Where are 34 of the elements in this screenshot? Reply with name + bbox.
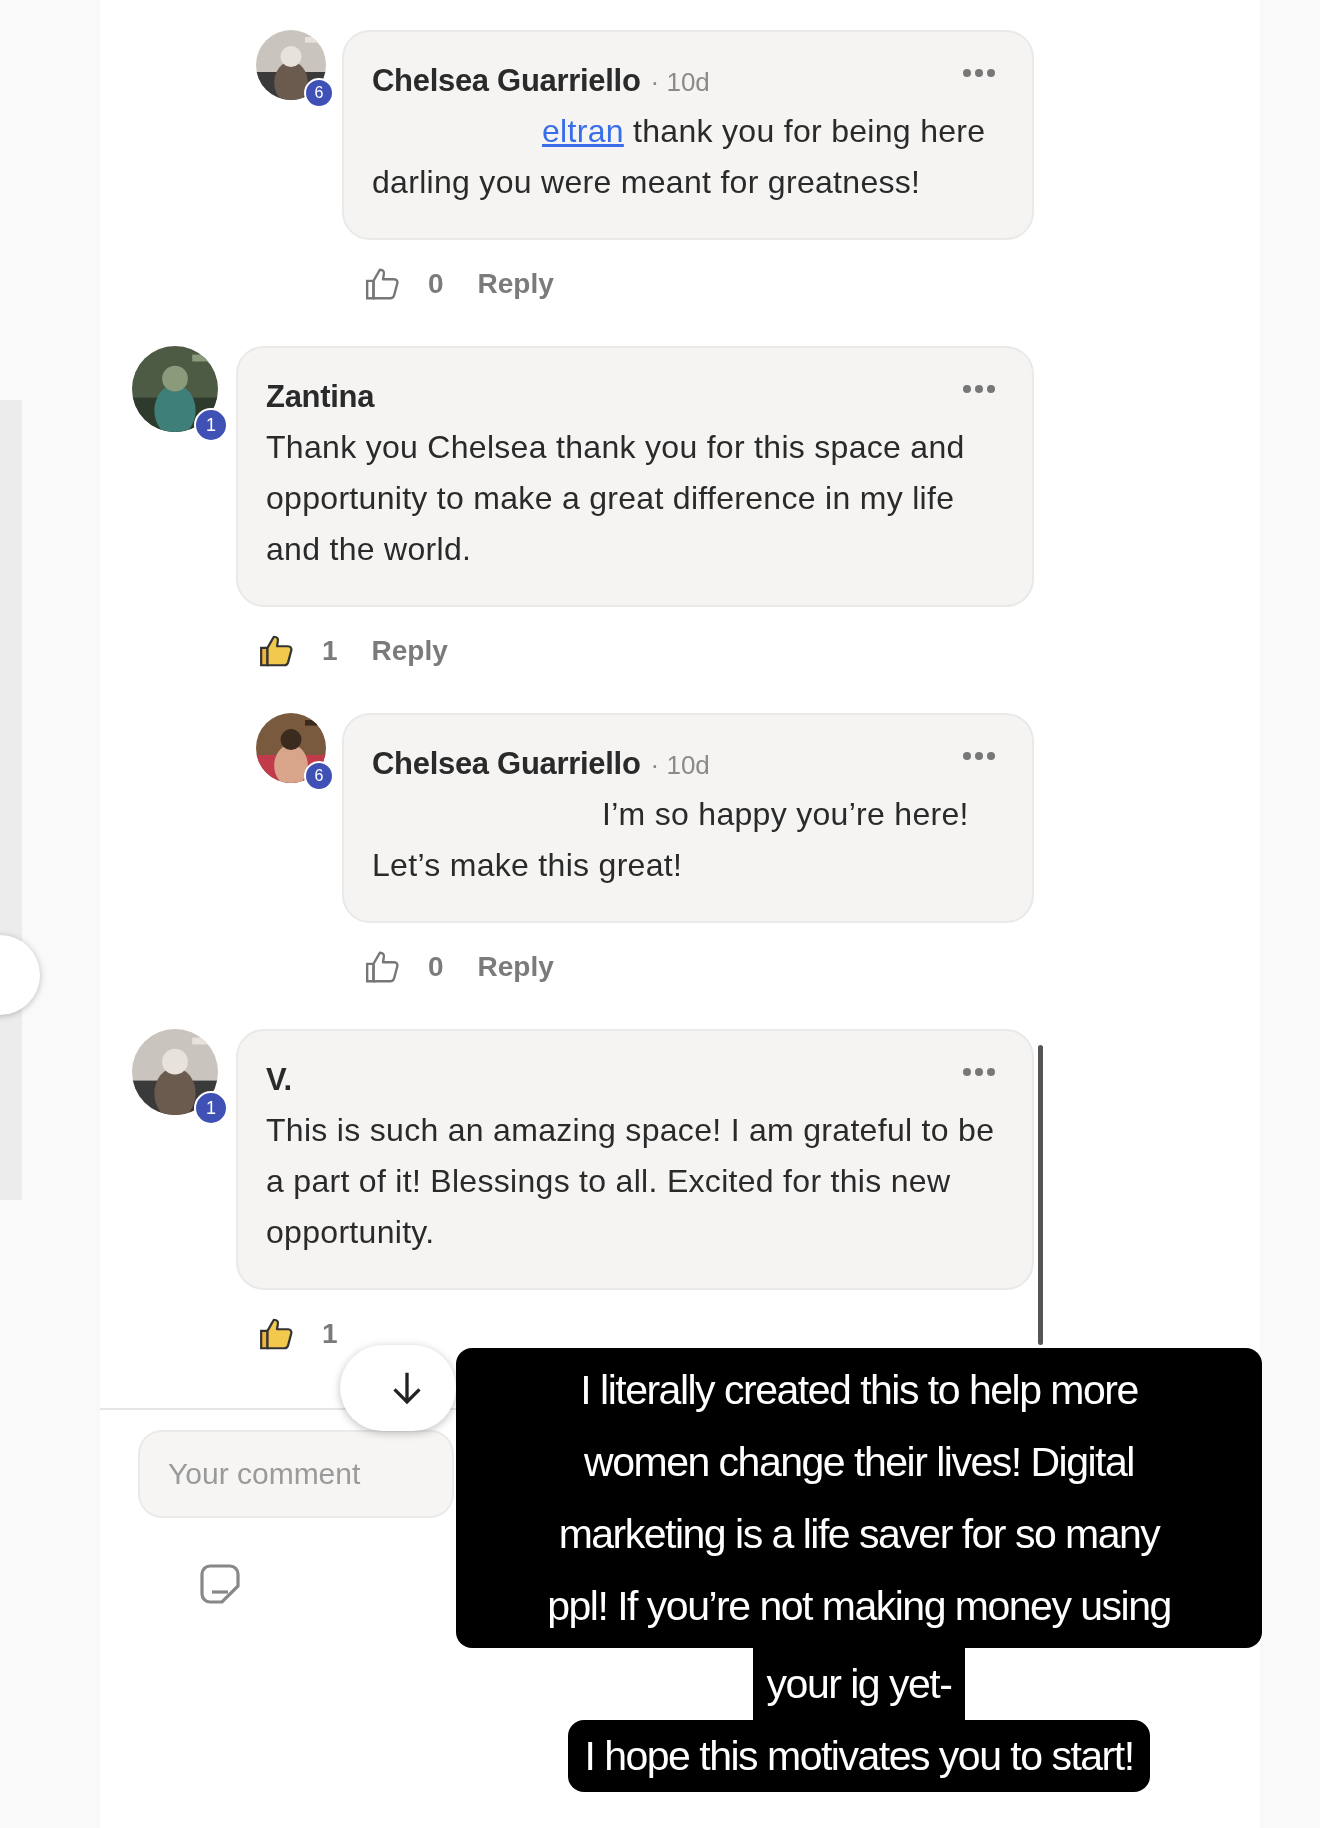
comment-text: eltran thank you for being here darling you were meant for greatness! <box>372 112 987 202</box>
caption-line: ppl! If you’re not making money using <box>547 1582 1171 1631</box>
level-badge: 6 <box>304 78 334 108</box>
like-count: 1 <box>322 634 338 668</box>
author-name: Zantina <box>266 378 375 416</box>
level-badge: 1 <box>194 1091 228 1125</box>
caption-line: I literally created this to help more <box>580 1366 1138 1415</box>
author-name: Chelsea Guarriello <box>372 62 641 100</box>
caption-line: marketing is a life saver for so many <box>558 1510 1160 1559</box>
more-options-icon[interactable] <box>962 751 996 761</box>
like-count: 0 <box>428 950 444 984</box>
like-count: 0 <box>428 267 444 301</box>
more-options-icon[interactable] <box>962 68 996 78</box>
caption-line: I hope this motivates you to start! <box>584 1732 1134 1781</box>
caption-line: women change their lives! Digital <box>584 1438 1134 1487</box>
arrow-down-icon <box>390 1370 424 1406</box>
caption-line: your ig yet- <box>766 1660 952 1709</box>
author-name: Chelsea Guarriello <box>372 745 641 783</box>
comment-input[interactable]: Your comment <box>138 1430 454 1518</box>
more-options-icon[interactable] <box>962 1067 996 1077</box>
reply-button[interactable]: Reply <box>371 630 448 672</box>
comment-time: · 10d <box>650 749 710 782</box>
reply-button[interactable]: Reply <box>477 263 554 305</box>
level-badge: 1 <box>194 408 228 442</box>
comment-text: This is such an amazing space! I am grateful to be a part of it! Blessings to all. Excited for this new opportunity. <box>266 1111 996 1252</box>
more-options-icon[interactable] <box>962 384 996 394</box>
comment-time: · 10d <box>650 66 710 99</box>
like-count: 1 <box>322 1317 338 1351</box>
comment-text: Thank you Chelsea thank you for this space and opportunity to make a great difference in my life and the world. <box>266 428 966 569</box>
reply-button[interactable]: Reply <box>477 946 554 988</box>
comment-text: I’m so happy you’re here! Let’s make this great! <box>372 795 970 885</box>
mention-link[interactable]: eltran <box>542 113 624 149</box>
author-name: V. <box>266 1061 292 1099</box>
level-badge: 6 <box>304 761 334 791</box>
